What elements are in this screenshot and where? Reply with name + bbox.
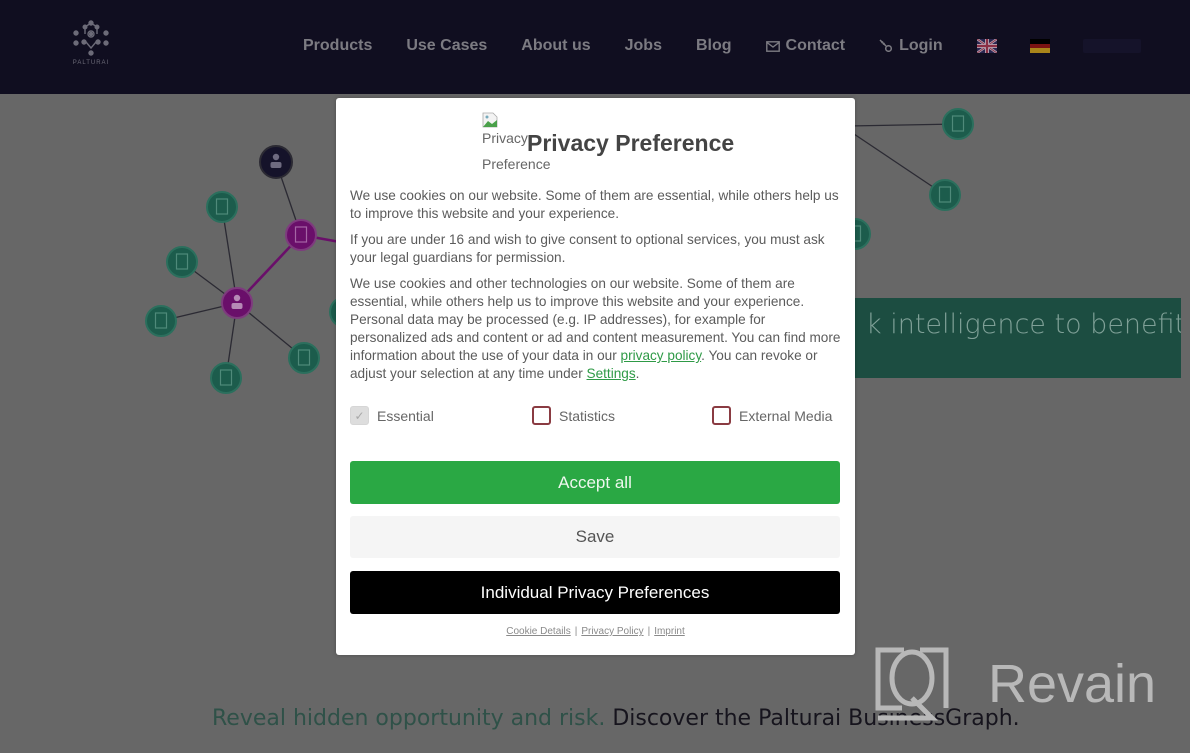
company-node-green <box>145 305 177 337</box>
german-flag-icon[interactable] <box>1029 39 1050 53</box>
hero-banner: k intelligence to benefit your <box>818 298 1181 378</box>
dialog-header: Privacy Preference Privacy Preference <box>482 112 734 172</box>
nav-use-cases[interactable]: Use Cases <box>406 37 487 55</box>
nav-label: Products <box>303 37 373 54</box>
separator: | <box>574 626 578 637</box>
main-nav: Products Use Cases About us Jobs Blog Co… <box>303 37 1141 55</box>
revain-logo-icon <box>875 647 949 721</box>
company-node-green <box>942 108 974 140</box>
settings-link[interactable]: Settings <box>587 366 636 381</box>
accept-all-button[interactable]: Accept all <box>350 461 840 504</box>
nav-blog[interactable]: Blog <box>696 37 732 55</box>
nav-label: Blog <box>695 37 732 54</box>
external-media-checkbox[interactable]: External Media <box>712 406 832 425</box>
company-node-purple <box>285 219 317 251</box>
checkbox-label: External Media <box>739 407 833 424</box>
nav-label: Use Cases <box>406 37 488 54</box>
privacy-policy-link[interactable]: privacy policy <box>621 348 702 363</box>
individual-privacy-preferences-button[interactable]: Individual Privacy Preferences <box>350 571 840 614</box>
palturai-logo[interactable]: PALTURAI <box>66 20 116 74</box>
separator: | <box>647 626 651 637</box>
logo-text: PALTURAI <box>72 60 110 66</box>
nav-cta-button[interactable] <box>1082 39 1141 53</box>
consent-intro: We use cookies on our website. Some of t… <box>350 188 839 221</box>
nav-label: Jobs <box>624 37 662 54</box>
dialog-body: We use cookies on our website. Some of t… <box>350 187 846 391</box>
site-header: PALTURAI Products Use Cases About us Job… <box>0 0 1190 94</box>
company-node-green <box>210 362 242 394</box>
image-alt-text: Preference <box>482 156 551 172</box>
essential-checkbox[interactable]: ✓ Essential <box>350 406 434 425</box>
revain-watermark: Revain <box>874 646 1156 722</box>
age-notice: If you are under 16 and wish to give con… <box>350 232 825 265</box>
image-alt-text: Privacy <box>482 130 528 146</box>
nav-label: Contact <box>785 37 846 54</box>
person-node-dark <box>259 145 293 179</box>
checkbox-box <box>712 406 731 425</box>
person-node-purple <box>221 287 253 319</box>
key-icon <box>879 39 893 53</box>
revain-text: Revain <box>988 654 1157 714</box>
imprint-link[interactable]: Imprint <box>654 626 685 637</box>
envelope-icon <box>765 40 780 52</box>
company-node-green <box>929 179 961 211</box>
broken-image-icon <box>482 112 498 128</box>
data-processing-notice: We use cookies and other technologies on… <box>350 275 846 383</box>
company-node-green <box>288 342 320 374</box>
logo-network-icon <box>73 20 109 56</box>
checkbox-label: Statistics <box>559 407 616 424</box>
nav-login[interactable]: Login <box>879 37 943 55</box>
hero-banner-text: k intelligence to benefit your <box>866 309 1181 340</box>
nav-contact[interactable]: Contact <box>765 37 846 55</box>
dialog-title: Privacy Preference <box>527 130 735 156</box>
save-button[interactable]: Save <box>350 516 840 558</box>
company-node-green <box>166 246 198 278</box>
nav-label: Login <box>899 37 943 54</box>
checkbox-box <box>532 406 551 425</box>
nav-jobs[interactable]: Jobs <box>625 37 662 55</box>
nav-label: About us <box>521 37 591 54</box>
privacy-policy-footer-link[interactable]: Privacy Policy <box>581 626 643 637</box>
cookie-details-link[interactable]: Cookie Details <box>506 626 570 637</box>
consent-categories: ✓ Essential Statistics External Media <box>350 406 840 428</box>
dialog-footer-links: Cookie Details | Privacy Policy | Imprint <box>336 626 855 637</box>
statistics-checkbox[interactable]: Statistics <box>532 406 615 425</box>
checkmark-icon: ✓ <box>350 406 369 425</box>
nav-about-us[interactable]: About us <box>521 37 590 55</box>
privacy-preference-dialog: Privacy Preference Privacy Preference We… <box>336 98 855 655</box>
notice-text: . <box>635 366 640 381</box>
tagline-highlight: Reveal hidden opportunity and risk. <box>212 706 606 731</box>
uk-flag-icon[interactable] <box>976 39 997 53</box>
company-node-green <box>206 191 238 223</box>
checkbox-label: Essential <box>377 407 434 424</box>
nav-products[interactable]: Products <box>303 37 372 55</box>
